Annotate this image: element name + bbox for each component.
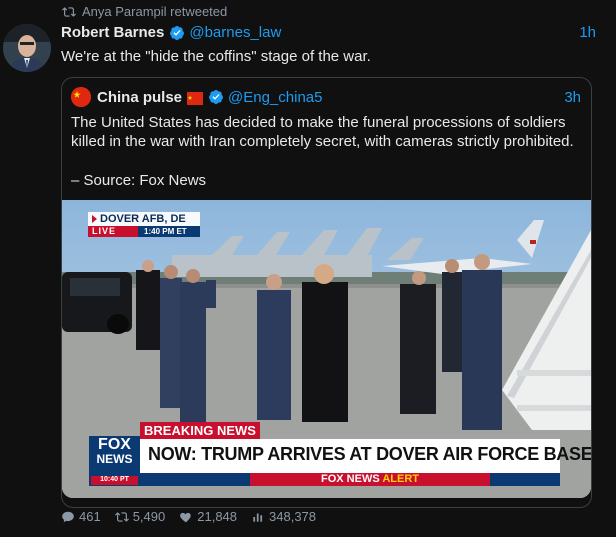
fox-logo-time: 10:40 PT [100, 476, 129, 483]
quoted-tweet-header: China pulse @Eng_china5 3h [71, 87, 581, 107]
reply-button[interactable]: 461 [61, 509, 101, 524]
alert-right-text: ALERT [382, 473, 419, 485]
location-label: DOVER AFB, DE [100, 213, 186, 225]
breaking-news-label: BREAKING NEWS [144, 423, 256, 438]
author-avatar[interactable] [3, 24, 51, 72]
avatar-image [3, 24, 51, 72]
quoted-author-name[interactable]: China pulse [97, 89, 182, 106]
retweet-button[interactable]: 5,490 [114, 509, 166, 524]
retweet-label: Anya Parampil retweeted [82, 4, 228, 19]
tweet-header: Robert Barnes @barnes_law 1h [61, 24, 596, 41]
quoted-tweet-body: The United States has decided to make th… [71, 114, 574, 150]
heart-icon [180, 512, 191, 522]
quoted-author-avatar[interactable] [71, 87, 91, 107]
headline-text: NOW: TRUMP ARRIVES AT DOVER AIR FORCE BA… [148, 444, 591, 464]
reply-count: 461 [79, 509, 101, 524]
quoted-tweet-timestamp[interactable]: 3h [564, 89, 581, 106]
fox-news-logo: FOX NEWS [89, 436, 140, 466]
fox-logo-line1: FOX [98, 436, 131, 453]
quoted-tweet[interactable]: China pulse @Eng_china5 3h The United St… [61, 77, 592, 508]
like-count: 21,848 [197, 509, 238, 524]
views-button[interactable]: 348,378 [251, 509, 316, 524]
reply-icon [62, 511, 74, 522]
tweet-timestamp[interactable]: 1h [579, 24, 596, 41]
fox-news-alert-bar: FOX NEWS ALERT [250, 473, 490, 486]
quoted-tweet-source: – Source: Fox News [71, 172, 207, 189]
author-handle[interactable]: @barnes_law [189, 24, 281, 41]
news-video-still[interactable]: DOVER AFB, DE LIVE 1:40 PM ET BREAKING N… [62, 200, 591, 498]
fox-logo-line2: NEWS [96, 452, 133, 466]
live-label: LIVE [92, 226, 117, 236]
quoted-verified-badge-icon [209, 90, 224, 104]
views-chart-icon [253, 513, 263, 522]
retweet-indicator[interactable]: Anya Parampil retweeted [62, 4, 227, 19]
retweet-icon [114, 511, 129, 522]
views-count: 348,378 [269, 509, 317, 524]
china-flag-icon [187, 91, 204, 105]
alert-left-text: FOX NEWS [321, 473, 380, 485]
tweet-actions: 461 5,490 21,848 348,378 [61, 509, 316, 524]
tweet-body: We're at the "hide the coffins" stage of… [61, 48, 371, 65]
retweet-count: 5,490 [132, 509, 166, 524]
retweet-icon [62, 6, 76, 17]
verified-badge-icon [170, 25, 185, 40]
quoted-author-handle[interactable]: @Eng_china5 [228, 89, 322, 106]
like-button[interactable]: 21,848 [179, 509, 237, 524]
live-time-label: 1:40 PM ET [144, 227, 187, 236]
china-flag-avatar-icon [71, 87, 91, 107]
author-name[interactable]: Robert Barnes [61, 24, 164, 41]
